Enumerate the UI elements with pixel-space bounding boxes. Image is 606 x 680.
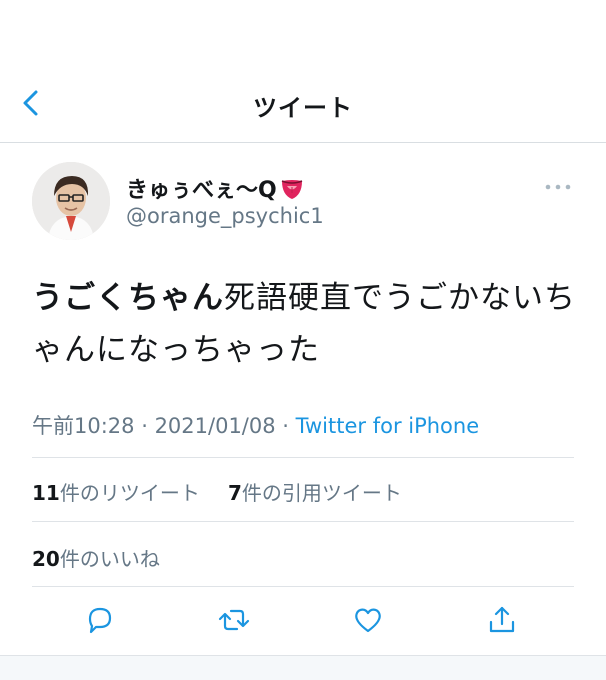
tweet-time: 午前10:28 <box>32 414 135 438</box>
meta-separator: · <box>134 414 155 438</box>
quotes-label: 件の引用ツイート <box>241 481 402 505</box>
share-icon[interactable] <box>484 602 520 638</box>
quotes-stat[interactable]: 7件の引用ツイート <box>228 477 402 506</box>
likes-label: 件のいいね <box>59 547 160 571</box>
username[interactable]: @orange_psychic1 <box>126 204 324 228</box>
retweets-label: 件のリツイート <box>59 481 200 505</box>
tweet-metadata: 午前10:28 · 2021/01/08 · Twitter for iPhon… <box>32 410 479 440</box>
tweet-text: うごくちゃん死語硬直でうごかないちゃんになっちゃった <box>32 272 580 376</box>
display-name-text: きゅぅべぇ〜Q <box>126 178 277 203</box>
tweet-date: 2021/01/08 <box>154 414 276 438</box>
reply-icon[interactable] <box>82 602 118 638</box>
likes-count: 20 <box>32 547 60 571</box>
quotes-count: 7 <box>228 481 242 505</box>
more-dots-icon[interactable] <box>540 174 580 200</box>
tongue-emoji-icon <box>279 175 305 201</box>
divider <box>32 586 574 587</box>
tweet-text-bold: うごくちゃん <box>32 280 224 316</box>
header-divider <box>0 142 606 143</box>
bottom-background <box>0 656 606 680</box>
retweets-stat[interactable]: 11件のリツイート <box>32 477 200 506</box>
retweets-count: 11 <box>32 481 60 505</box>
tweet-source-link[interactable]: Twitter for iPhone <box>296 414 480 438</box>
divider <box>32 521 574 522</box>
avatar[interactable] <box>32 162 110 240</box>
retweet-icon[interactable] <box>216 602 252 638</box>
navigation-header: ツイート <box>0 60 606 142</box>
divider <box>32 457 574 458</box>
meta-separator: · <box>275 414 296 438</box>
like-icon[interactable] <box>350 602 386 638</box>
page-title: ツイート <box>253 94 353 122</box>
display-name[interactable]: きゅぅべぇ〜Q <box>126 172 305 204</box>
likes-stat[interactable]: 20件のいいね <box>32 543 160 572</box>
